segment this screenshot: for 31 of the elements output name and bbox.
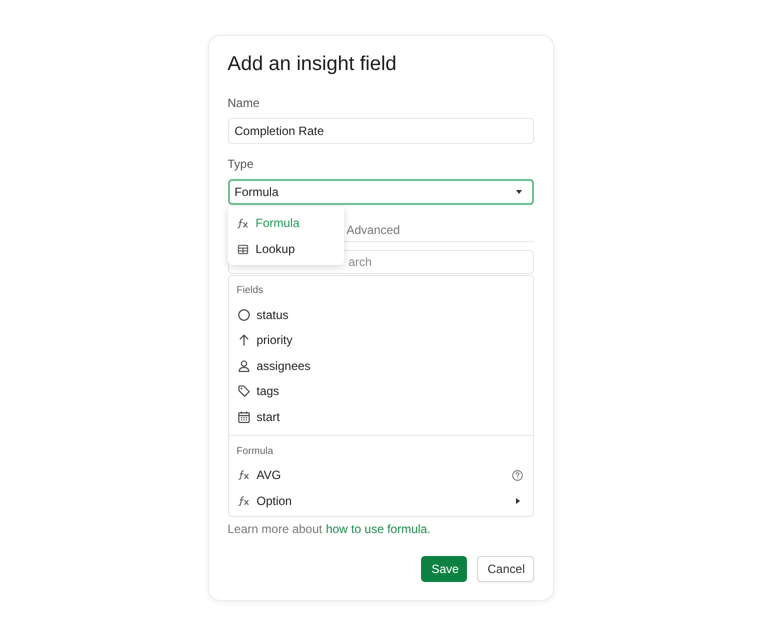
tab[interactable]: Advanced <box>340 219 406 241</box>
section-heading: Fields <box>236 284 264 298</box>
field-item[interactable]: AVG <box>228 462 532 488</box>
help-icon[interactable] <box>512 470 522 481</box>
save-button[interactable]: Save <box>420 556 466 582</box>
arrow-up-icon <box>238 334 250 346</box>
help-text: Learn more about how to use formula. <box>228 521 431 537</box>
type-select[interactable]: Formula <box>228 179 534 205</box>
name-input[interactable]: Completion Rate <box>228 118 534 144</box>
help-link[interactable]: how to use formula. <box>326 522 431 536</box>
field-label: Name <box>228 95 260 111</box>
person-icon <box>238 360 250 372</box>
calendar-icon <box>238 410 250 423</box>
function-icon <box>236 218 248 228</box>
field-item[interactable]: start <box>228 404 532 430</box>
field-label: Type <box>228 156 254 172</box>
menu-option[interactable]: Formula <box>228 210 344 236</box>
circle-icon <box>238 308 250 321</box>
function-icon <box>238 494 250 507</box>
field-item[interactable]: status <box>228 302 532 328</box>
field-item[interactable]: assignees <box>228 353 532 378</box>
tag-icon <box>238 385 250 398</box>
caret-down-icon <box>516 190 522 194</box>
field-item[interactable]: priority <box>228 328 532 353</box>
function-icon <box>238 469 250 482</box>
dialog-title: Add an insight field <box>228 52 397 76</box>
cancel-button[interactable]: Cancel <box>476 556 534 582</box>
table-icon <box>236 244 248 254</box>
section-heading: Formula <box>236 444 274 458</box>
field-item[interactable]: tags <box>228 378 532 404</box>
field-item[interactable]: Option <box>228 488 532 514</box>
